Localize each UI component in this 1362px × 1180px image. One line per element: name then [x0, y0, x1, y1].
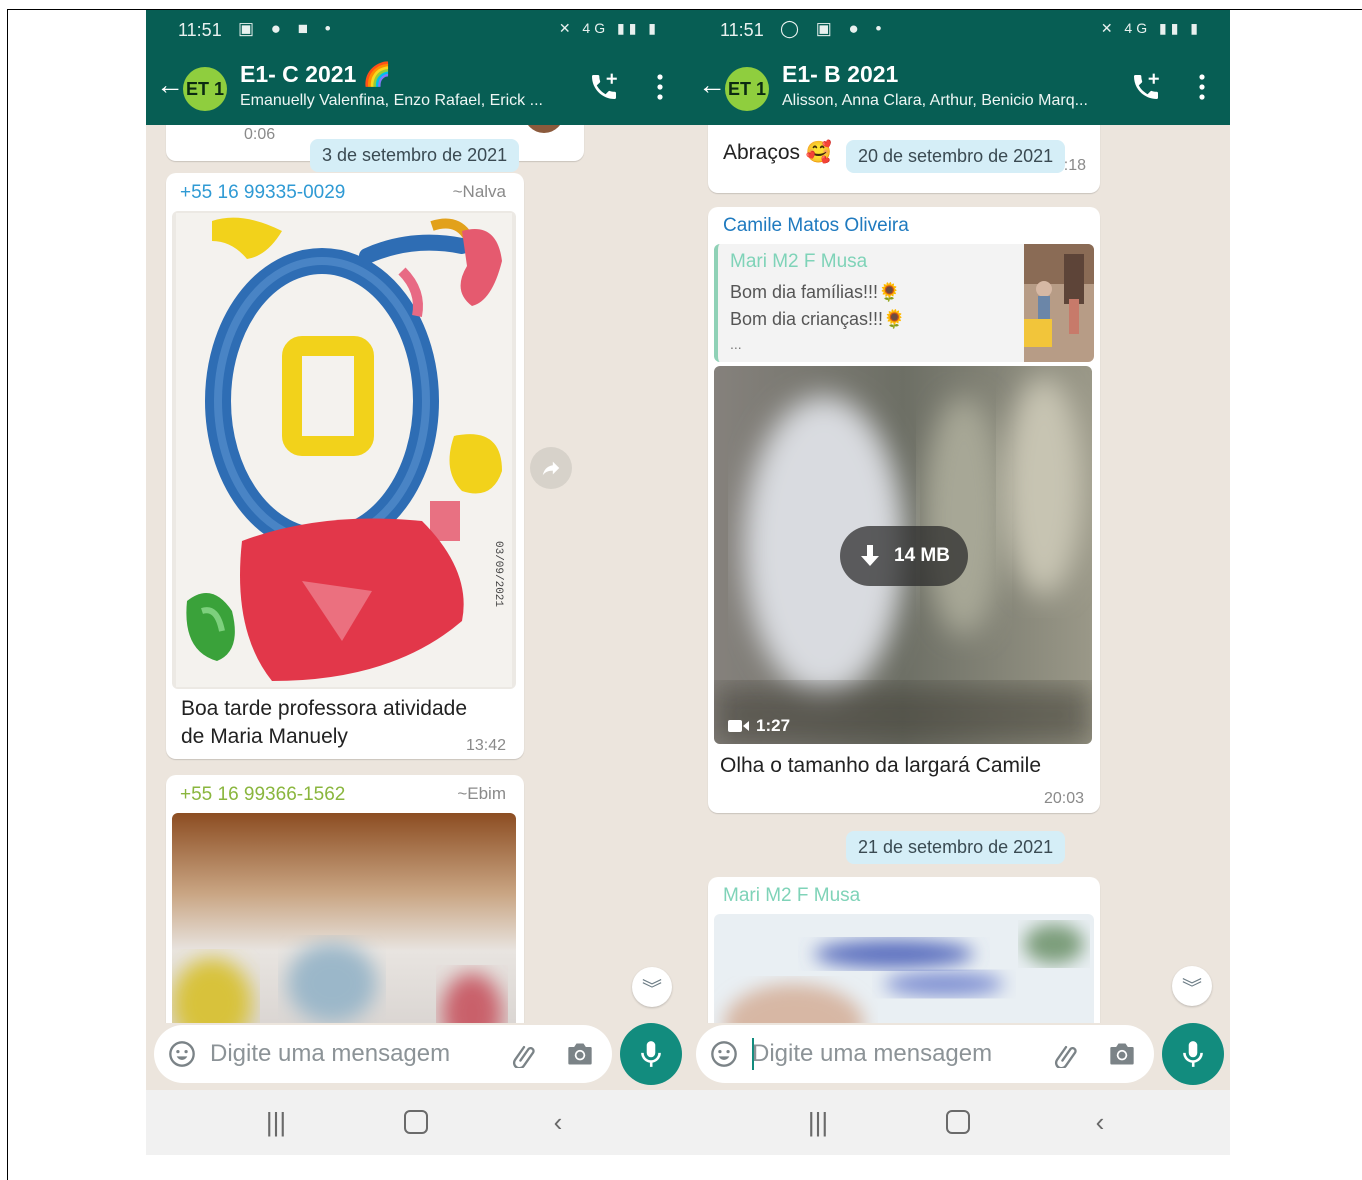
drawing-image[interactable]: 03/09/2021	[172, 211, 516, 689]
sender-phone[interactable]: +55 16 99366-1562	[180, 784, 345, 806]
date-chip: 3 de setembro de 2021	[310, 139, 520, 172]
group-avatar[interactable]: ET 1	[183, 67, 227, 111]
blurred-image[interactable]	[714, 914, 1094, 1025]
message-input-box[interactable]	[696, 1025, 1154, 1083]
camera-icon[interactable]	[1108, 1041, 1136, 1067]
date-chip: 20 de setembro de 2021	[846, 140, 1066, 173]
message-caption: Boa tarde professora atividade de Maria …	[181, 695, 511, 751]
sender-name[interactable]: Camile Matos Oliveira	[723, 215, 909, 237]
quoted-reply[interactable]: Mari M2 F Musa Bom dia famílias!!!🌻 Bom …	[714, 244, 1094, 362]
recent-apps-icon[interactable]: |||	[798, 1106, 838, 1138]
status-time: 11:51	[178, 20, 222, 40]
frame-left-line	[7, 9, 8, 1180]
drawing-date: 03/09/2021	[492, 541, 504, 607]
emoji-icon[interactable]	[168, 1040, 196, 1068]
message-time: 13:42	[465, 737, 506, 754]
video-size: 14 MB	[894, 545, 950, 566]
chat-participants[interactable]: Emanuelly Valenfina, Enzo Rafael, Erick …	[240, 92, 543, 110]
android-nav-bar: ||| ‹	[688, 1090, 1230, 1155]
message-caption: Olha o tamanho da largará Camile	[720, 754, 1042, 777]
date-chip: 21 de setembro de 2021	[846, 831, 1066, 864]
image-message-bubble[interactable]: Mari M2 F Musa	[708, 877, 1100, 1025]
video-camera-icon	[728, 720, 749, 732]
image-message-bubble[interactable]: +55 16 99335-0029 ~Nalva 03/09/2021 Boa …	[166, 173, 524, 759]
add-call-icon[interactable]	[1130, 71, 1162, 103]
smiling-hearts-emoji: 🥰	[805, 141, 833, 164]
chat-header: ← ET 1 E1- C 2021 🌈 Emanuelly Valenfina,…	[146, 51, 688, 125]
chat-area[interactable]: 0:06 3 de setembro de 2021 +55 16 99335-…	[146, 125, 688, 1025]
back-arrow-icon[interactable]: ←	[698, 71, 726, 99]
scroll-down-icon[interactable]: ︾	[1172, 966, 1212, 1006]
message-input[interactable]	[208, 1037, 502, 1071]
home-icon[interactable]	[396, 1106, 436, 1138]
mic-icon	[641, 1041, 661, 1067]
phone-screenshot-left: 11:51 ▣ ● ■ • ✕ 4G ▮▮ ▮ ← ET 1 E1- C 202…	[146, 10, 688, 1155]
reply-author: Mari M2 F Musa	[730, 251, 868, 272]
reply-line-1: Bom dia famílias!!!🌻	[730, 282, 901, 302]
image-message-bubble-2[interactable]: +55 16 99366-1562 ~Ebim	[166, 775, 524, 1025]
chat-participants[interactable]: Alisson, Anna Clara, Arthur, Benicio Mar…	[782, 92, 1088, 110]
download-button[interactable]: 14 MB	[840, 526, 968, 586]
attach-icon[interactable]	[1052, 1040, 1080, 1068]
notification-icons: ▣ ● ■ •	[238, 19, 337, 38]
more-options-icon[interactable]	[1198, 73, 1206, 101]
message-input[interactable]	[750, 1037, 1044, 1071]
phone-screenshot-right: 11:51 ◯ ▣ ● • ✕ 4G ▮▮ ▮ ← ET 1 E1- B 202…	[688, 10, 1230, 1155]
audio-duration: 0:06	[244, 126, 276, 143]
sender-phone[interactable]: +55 16 99335-0029	[180, 182, 345, 204]
status-bar: 11:51 ▣ ● ■ • ✕ 4G ▮▮ ▮	[146, 10, 688, 51]
back-nav-icon[interactable]: ‹	[1080, 1106, 1120, 1138]
reply-more: ...	[730, 336, 742, 352]
video-duration-overlay: 1:27	[728, 716, 790, 736]
status-bar: 11:51 ◯ ▣ ● • ✕ 4G ▮▮ ▮	[688, 10, 1230, 51]
add-call-icon[interactable]	[588, 71, 620, 103]
forward-icon[interactable]	[530, 447, 572, 489]
scroll-down-icon[interactable]: ︾	[632, 967, 672, 1007]
signal-battery-icons: ✕ 4G ▮▮ ▮	[558, 20, 660, 36]
download-icon	[861, 545, 880, 566]
message-input-box[interactable]	[154, 1025, 612, 1083]
group-avatar[interactable]: ET 1	[725, 67, 769, 111]
back-nav-icon[interactable]: ‹	[538, 1106, 578, 1138]
home-icon[interactable]	[938, 1106, 978, 1138]
android-nav-bar: ||| ‹	[146, 1090, 688, 1155]
sender-thumbnail	[524, 125, 564, 133]
sender-alias: ~Nalva	[452, 182, 506, 201]
chat-title[interactable]: E1- C 2021 🌈	[240, 61, 391, 88]
caption-line-2: de Maria Manuely	[181, 725, 348, 748]
mic-button[interactable]	[1162, 1023, 1224, 1085]
mic-icon	[1183, 1041, 1203, 1067]
signal-battery-icons: ✕ 4G ▮▮ ▮	[1100, 20, 1202, 36]
emoji-icon[interactable]	[710, 1040, 738, 1068]
attach-icon[interactable]	[510, 1040, 538, 1068]
sender-name[interactable]: Mari M2 F Musa	[723, 885, 860, 907]
status-time: 11:51	[720, 20, 764, 40]
chat-area[interactable]: Abraços 🥰 09:18 20 de setembro de 2021 C…	[688, 125, 1230, 1025]
camera-icon[interactable]	[566, 1041, 594, 1067]
video-thumbnail[interactable]: 14 MB 1:27	[714, 366, 1092, 744]
recent-apps-icon[interactable]: |||	[256, 1106, 296, 1138]
sender-alias: ~Ebim	[457, 784, 506, 803]
rainbow-emoji: 🌈	[362, 61, 392, 87]
chat-title[interactable]: E1- B 2021	[782, 61, 898, 88]
mic-button[interactable]	[620, 1023, 682, 1085]
video-message-bubble[interactable]: Camile Matos Oliveira Mari M2 F Musa Bom…	[708, 207, 1100, 813]
more-options-icon[interactable]	[656, 73, 664, 101]
caption-line-1: Boa tarde professora atividade	[181, 697, 468, 720]
reply-line-2: Bom dia crianças!!!🌻	[730, 309, 906, 329]
reply-thumbnail	[1024, 244, 1094, 362]
chat-header: ← ET 1 E1- B 2021 Alisson, Anna Clara, A…	[688, 51, 1230, 125]
message-time: 20:03	[1043, 790, 1084, 807]
back-arrow-icon[interactable]: ←	[156, 71, 184, 99]
notification-icons: ◯ ▣ ● •	[780, 19, 888, 38]
blurred-image[interactable]	[172, 813, 516, 1025]
previous-message-text: Abraços 🥰	[723, 141, 833, 164]
